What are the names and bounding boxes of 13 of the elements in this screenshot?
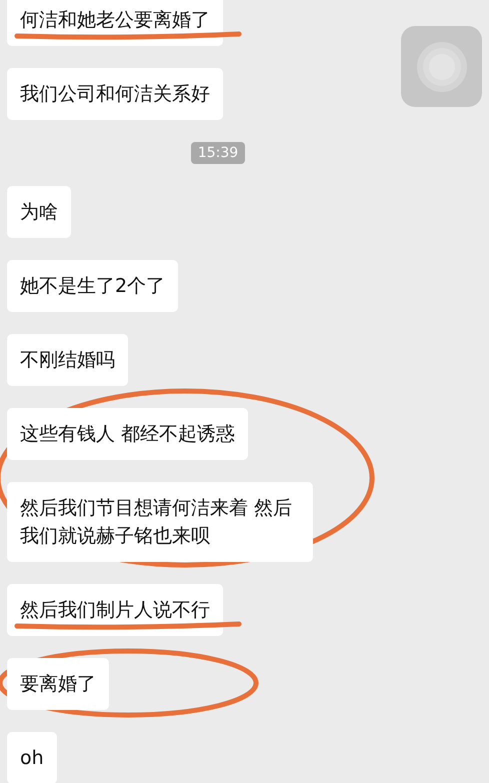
message-bubble: 我们公司和何洁关系好 xyxy=(7,68,223,120)
timestamp: 15:39 xyxy=(190,142,246,164)
message-bubble: 何洁和她老公要离婚了 xyxy=(7,0,223,46)
message-bubble: 要离婚了 xyxy=(7,658,109,710)
message-bubble: 不刚结婚吗 xyxy=(7,334,128,386)
message-bubble: 这些有钱人 都经不起诱惑 xyxy=(7,408,248,460)
message-bubble: 然后我们节目想请何洁来着 然后我们就说赫子铭也来呗 xyxy=(7,482,313,562)
floating-button[interactable] xyxy=(401,26,482,107)
message-bubble: 然后我们制片人说不行 xyxy=(7,584,223,636)
circle-icon xyxy=(416,40,468,92)
message-bubble: 为啥 xyxy=(7,186,71,238)
message-bubble: oh xyxy=(7,732,57,783)
message-bubble: 她不是生了2个了 xyxy=(7,260,178,312)
